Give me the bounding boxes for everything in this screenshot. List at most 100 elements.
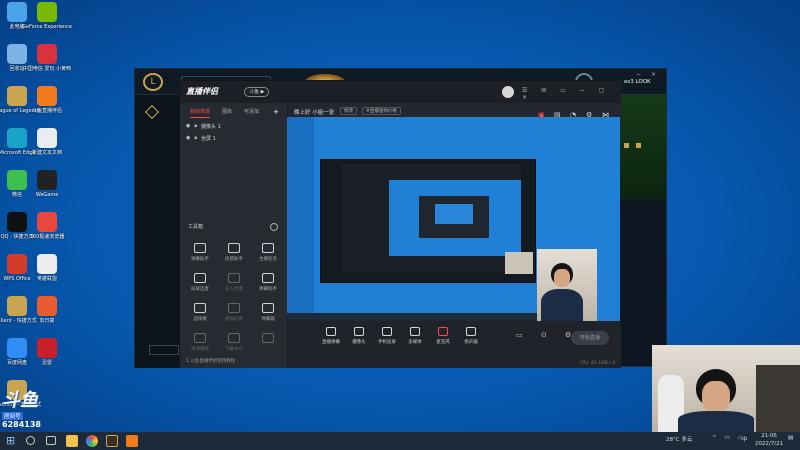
tool-icon — [194, 243, 206, 253]
scene-item-camera[interactable]: ◉ 🔒︎ 摄像头 1 — [186, 123, 221, 130]
desktop-icon-xunlei[interactable]: 迅雷 — [17, 338, 77, 366]
toolbox-settings-icon[interactable] — [270, 223, 278, 231]
douyu-watermark: 斗鱼 房间号 6284138 — [2, 386, 60, 434]
tool-button[interactable]: 投屏连麦 — [184, 273, 216, 292]
danmaku-icon — [326, 327, 336, 336]
status-bar: CPU: 4% 1960 / 0 — [580, 360, 615, 365]
tool-label: 主播任务 — [259, 257, 277, 262]
tool-button[interactable]: 房管助手 — [218, 243, 250, 262]
tool-button[interactable]: 高清模式 — [184, 333, 216, 352]
camera-icon — [354, 327, 364, 336]
eye-icon[interactable]: ◉ — [186, 135, 190, 142]
tool-label: 选择模 — [193, 317, 207, 322]
live-preview[interactable] — [287, 117, 620, 321]
start-stream-button[interactable]: 开始直播 — [571, 331, 609, 345]
stream-title: 晚上好 小姐一张 — [294, 110, 335, 116]
tray-icons[interactable]: ^ ▭ ◁ — [712, 435, 745, 441]
preview-webcam — [537, 249, 597, 321]
camera-button[interactable]: 摄像头 — [346, 327, 372, 345]
app-titlebar: 直播伴侣 斗鱼 ▶ ☰ ✉ ▭ − ▢ × — [180, 81, 621, 103]
desktop-icon-document[interactable]: 英雄联盟 — [17, 254, 77, 282]
scene-item-fullscreen[interactable]: ◉ 🔒︎ 全屏 1 — [186, 135, 216, 142]
tab-my-scenes[interactable]: 我的场景 — [190, 108, 211, 118]
sidebar-footer-link[interactable]: 1.斗鱼直播伴侣使用教程 — [186, 358, 235, 364]
lol-window-controls[interactable]: − × — [636, 71, 660, 78]
lol-bottom-button[interactable] — [149, 345, 179, 355]
tab-addable[interactable]: 可添加 — [244, 108, 259, 118]
tool-icon — [228, 273, 240, 283]
tool-icon — [262, 273, 274, 283]
desktop-icon-360-browser[interactable]: 360极速浏览器 — [17, 212, 77, 240]
tool-label: 多人连麦 — [225, 287, 243, 292]
desktop-icon-wegame[interactable]: WeGame — [17, 170, 77, 198]
preview-nested-capture — [389, 180, 521, 256]
tool-icon — [194, 333, 206, 343]
chrome-icon[interactable] — [86, 435, 98, 447]
lol-logo-icon[interactable]: L — [143, 73, 163, 91]
tool-button[interactable]: 多人连麦 — [218, 273, 250, 292]
platform-badge[interactable]: 斗鱼 ▶ — [244, 87, 270, 97]
clock[interactable]: 21:06 2022/7/21 — [754, 432, 784, 448]
lock-icon[interactable]: 🔒︎ — [194, 135, 197, 142]
preview-nested-app — [341, 164, 521, 272]
desktop-icon-telecom[interactable]: 中国电信 爱玩 小黄鸭 — [17, 44, 77, 72]
tool-button[interactable]: 主播任务 — [252, 243, 284, 262]
desktop-icon-douyu-companion[interactable]: 斗鱼直播伴侣 — [17, 86, 77, 114]
desktop-icon-text-file[interactable]: 新建文本文档 — [17, 128, 77, 156]
phone-cast-button[interactable]: 手机投屏 — [374, 327, 400, 345]
stream-notice[interactable]: #直播送你价格 — [362, 107, 401, 115]
desktop-icon-label: 迅雷 — [41, 360, 52, 366]
add-scene-icon[interactable]: + — [273, 108, 279, 118]
tool-label: 弹幕助手 — [259, 287, 277, 292]
extra-controls-icons[interactable]: ▭ ⊙ ⚙ — [516, 331, 579, 339]
preview-webcam-body — [541, 289, 583, 321]
lock-icon[interactable]: 🔒︎ — [194, 123, 197, 130]
windows-start-icon[interactable]: ⊞ — [6, 435, 18, 447]
user-avatar[interactable] — [502, 86, 514, 98]
danmaku-button[interactable]: 直播弹幕 — [318, 327, 344, 345]
tool-button[interactable]: 下载中心 — [218, 333, 250, 352]
lol-add-friend-icon[interactable] — [636, 143, 641, 148]
preview-nested-capture-core — [435, 204, 473, 224]
window-controls[interactable]: ☰ ✉ ▭ − ▢ × — [522, 87, 621, 101]
control-label: 摄像头 — [352, 340, 366, 345]
tool-icon — [194, 273, 206, 283]
search-icon[interactable] — [26, 436, 35, 445]
douyu-companion-window[interactable]: 直播伴侣 斗鱼 ▶ ☰ ✉ ▭ − ▢ × 我的场景 图库 可添加 + ◉ 🔒︎ … — [179, 80, 621, 368]
tab-gallery[interactable]: 图库 — [222, 108, 232, 118]
eye-icon[interactable]: ◉ — [186, 123, 190, 130]
lol-taskbar-icon[interactable] — [106, 435, 118, 447]
douyu-taskbar-icon[interactable] — [126, 435, 138, 447]
clock-time: 21:06 — [761, 433, 777, 439]
wegame-icon — [37, 170, 57, 190]
preview-nested-window — [320, 159, 536, 283]
tool-button[interactable]: 弹幕助手 — [184, 243, 216, 262]
360-browser-icon — [37, 212, 57, 232]
speaker-button[interactable]: 扬声器 — [458, 327, 484, 345]
toolbox-title: 工具箱 — [188, 224, 204, 230]
media-button[interactable]: 多媒体 — [402, 327, 428, 345]
task-view-icon[interactable] — [46, 436, 56, 445]
tool-icon — [262, 333, 274, 343]
webcam-shelf — [756, 365, 800, 432]
file-explorer-icon[interactable] — [66, 435, 78, 447]
app-brand: 直播伴侣 — [186, 87, 218, 96]
desktop-icon-geforce[interactable]: GeForce Experience — [17, 2, 77, 30]
lol-social-icon[interactable] — [624, 143, 629, 148]
tool-button[interactable]: 虚拟形象 — [218, 303, 250, 322]
tool-icon — [262, 303, 274, 313]
lol-home-icon[interactable] — [144, 104, 160, 120]
desktop-icon-sunflower[interactable]: 向日葵 — [17, 296, 77, 324]
desktop-icon-label: 中国电信 爱玩 小黄鸭 — [22, 66, 72, 72]
weather[interactable]: 28°C 多云 — [666, 435, 692, 443]
speaker-icon — [466, 327, 476, 336]
tool-button[interactable]: 弹幕助手 — [252, 273, 284, 292]
edit-title-button[interactable]: 修改 — [340, 107, 357, 115]
tool-button[interactable]: 弹幕器 — [252, 303, 284, 322]
input-language[interactable]: 中 — [742, 435, 748, 443]
tool-button[interactable]: 选择模 — [184, 303, 216, 322]
tool-button[interactable] — [252, 333, 284, 346]
notification-icon[interactable]: ▤ — [788, 435, 793, 441]
tool-label: 投屏连麦 — [191, 287, 209, 292]
microphone-button[interactable]: 麦克风 — [430, 327, 456, 345]
